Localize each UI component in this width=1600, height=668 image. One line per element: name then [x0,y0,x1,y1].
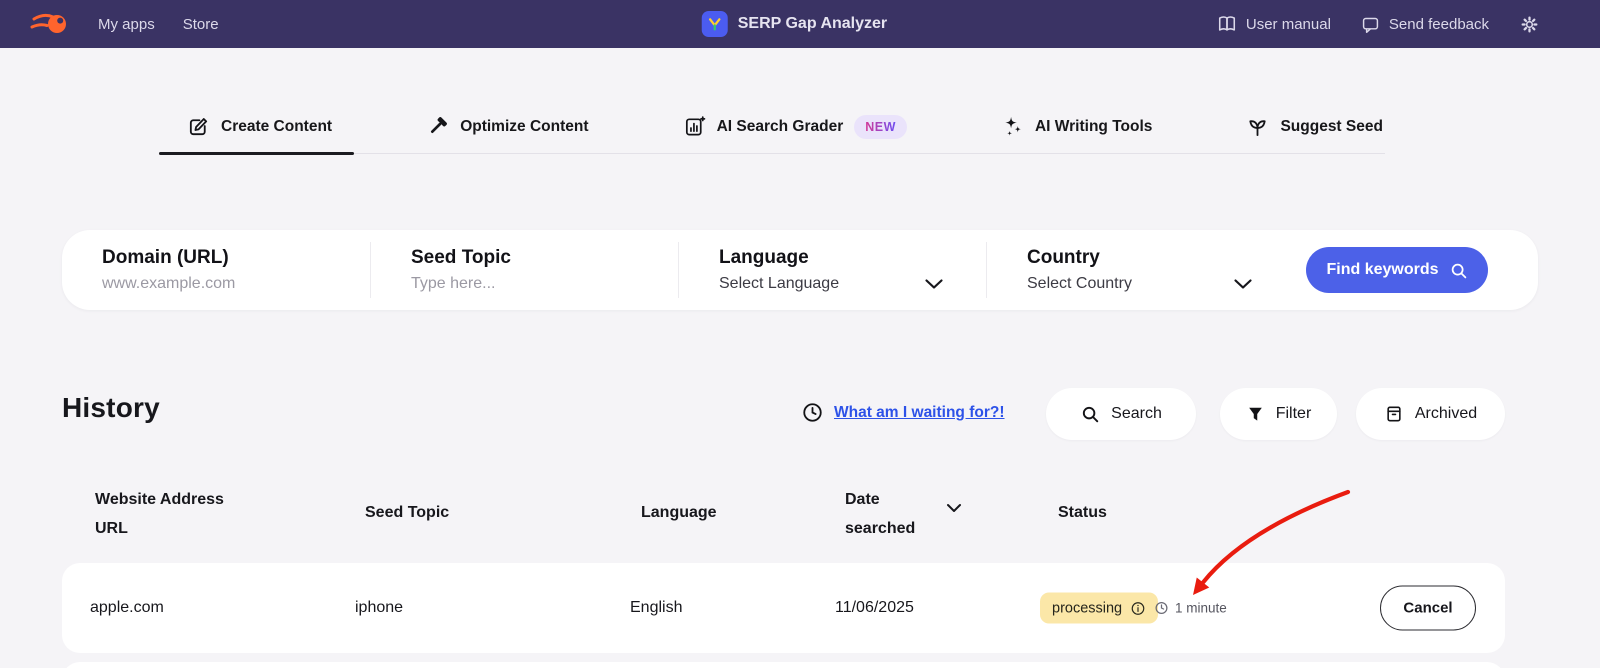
semrush-logo-icon[interactable] [30,10,70,38]
topbar: My apps Store SERP Gap Analyzer User man… [0,0,1600,48]
search-icon [1080,404,1100,424]
info-icon[interactable] [1130,600,1146,616]
seed-topic-label: Seed Topic [411,247,511,268]
domain-field: Domain (URL) [62,247,370,293]
country-label: Country [1027,247,1100,268]
col-header-language: Language [641,504,717,521]
table-row: apple.com iphone English 11/06/2025 proc… [62,563,1505,653]
filter-funnel-icon [1246,405,1265,424]
cancel-button[interactable]: Cancel [1380,585,1476,631]
waiting-info: What am I waiting for?! [801,401,1005,424]
status-badge: processing [1040,592,1159,624]
elapsed-time: 1 minute [1154,601,1227,616]
search-icon [1449,261,1468,280]
col-header-status: Status [1058,504,1107,521]
row-date: 11/06/2025 [835,599,914,616]
app-title: SERP Gap Analyzer [737,15,888,32]
settings-gear-icon[interactable] [1519,14,1540,35]
col-header-website: Website Address URL [95,491,224,537]
seed-topic-field: Seed Topic [371,247,678,293]
waiting-link[interactable]: What am I waiting for?! [834,404,1005,422]
col-header-date-searched: Date searched [845,491,916,537]
user-manual-button[interactable]: User manual [1217,14,1331,34]
language-label: Language [719,247,809,268]
chevron-down-icon [1233,278,1253,290]
nav-my-apps[interactable]: My apps [98,16,155,33]
date-sort-chevron-icon[interactable] [946,503,962,513]
domain-label: Domain (URL) [102,247,229,268]
tab-suggest-seed[interactable]: Suggest Seed [1244,100,1385,153]
app-logo-icon [701,11,728,37]
feedback-bubble-icon [1361,15,1380,34]
feature-tabs: Create Content Optimize Content AI Searc… [158,100,1385,155]
archive-box-icon [1384,404,1404,424]
tab-ai-writing-tools[interactable]: AI Writing Tools [999,100,1154,153]
language-select[interactable]: Select Language [719,275,986,293]
tab-create-content[interactable]: Create Content [158,100,355,155]
keyword-search-form: Domain (URL) Seed Topic Language Select … [62,230,1538,310]
edit-pencil-icon [187,115,210,138]
seed-topic-input[interactable] [411,275,652,293]
clock-icon [1154,601,1169,616]
find-keywords-button[interactable]: Find keywords [1306,247,1488,293]
filter-button[interactable]: Filter [1220,388,1337,440]
search-button[interactable]: Search [1046,388,1196,440]
next-row-partial [62,662,1505,668]
row-language: English [630,599,683,616]
domain-input[interactable] [102,275,344,293]
book-icon [1217,14,1237,34]
nav-store[interactable]: Store [183,16,219,33]
country-select[interactable]: Select Country [1027,275,1253,293]
col-header-seed-topic: Seed Topic [365,504,450,521]
row-seed-topic: iphone [355,599,404,616]
seedling-icon [1246,115,1269,138]
row-website: apple.com [90,599,164,616]
sparkles-icon [1001,115,1024,138]
history-title: History [62,392,160,423]
grader-chart-icon [683,115,706,138]
serp-gap-analyzer-page: My apps Store SERP Gap Analyzer User man… [0,0,1600,668]
country-field: Country Select Country [987,247,1287,293]
language-field: Language Select Language [679,247,986,293]
chevron-down-icon [924,278,944,290]
clock-icon [801,401,824,424]
tab-ai-search-grader[interactable]: AI Search Grader NEW [681,100,909,153]
tab-optimize-content[interactable]: Optimize Content [424,100,590,153]
hammer-icon [426,115,449,138]
archived-button[interactable]: Archived [1356,388,1505,440]
send-feedback-button[interactable]: Send feedback [1361,15,1489,34]
new-badge: NEW [854,114,907,139]
